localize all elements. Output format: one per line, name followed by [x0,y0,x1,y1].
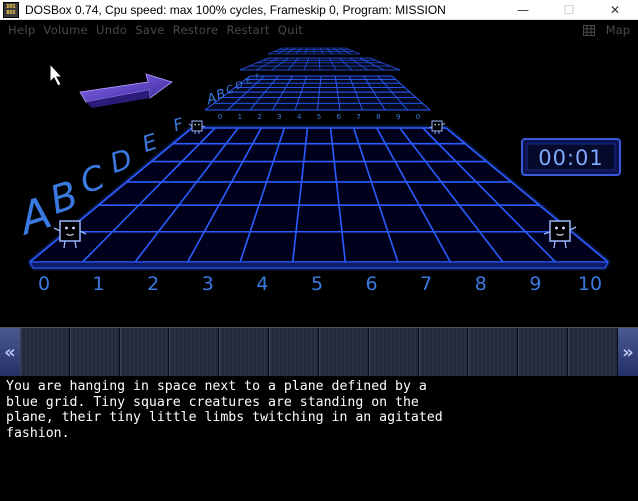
mid-column-label: 1 [238,113,242,121]
mouse-pointer-icon [49,62,64,87]
near-row-label: F [171,114,186,135]
inventory-slot[interactable] [568,328,618,376]
inventory-slot[interactable] [269,328,319,376]
inventory-slot[interactable] [368,328,419,376]
inventory-slot[interactable] [219,328,270,376]
inventory-slots [20,328,618,376]
map-grid-icon[interactable] [583,25,595,36]
menu-help[interactable]: Help [8,23,35,37]
game-scene[interactable]: 0 1 2 3 4 5 6 7 8 9 0ABCD E F 0 1 2 3 4 5 6 7 8 9 10ABCD EF 00:… [0,40,638,325]
menu-undo[interactable]: Undo [96,23,127,37]
mid-column-label: 2 [257,113,261,121]
direction-arrow[interactable] [79,73,173,108]
app-icon-text-bottom: BOX [6,9,16,16]
near-column-label: 0 [38,273,50,295]
window-title-bar[interactable]: DOS BOX DOSBox 0.74, Cpu speed: max 100%… [0,0,638,20]
near-column-label: 3 [202,273,214,295]
mid-column-label: 3 [277,113,281,121]
grid-plane-far [239,57,401,71]
menu-map[interactable]: Map [606,23,630,37]
close-button[interactable]: ✕ [592,0,638,20]
inventory-bar: « » [0,327,638,376]
near-column-label: 9 [529,273,541,295]
inventory-scroll-left[interactable]: « [0,328,20,376]
mid-column-label: 0 [218,113,222,121]
menu-restore[interactable]: Restore [173,23,219,37]
mid-column-label: 4 [297,113,302,121]
mid-column-label: 6 [337,113,342,121]
inventory-slot[interactable] [119,328,170,376]
menu-volume[interactable]: Volume [43,23,88,37]
inventory-slot[interactable] [318,328,369,376]
near-column-label: 2 [147,273,159,295]
window-title: DOSBox 0.74, Cpu speed: max 100% cycles,… [25,2,446,17]
game-menu-bar: Help Volume Undo Save Restore Restart Qu… [0,20,638,40]
grid-plane-farthest [267,47,361,55]
inventory-slot[interactable] [468,328,519,376]
mid-column-label: 7 [356,113,360,121]
narration-text: You are hanging in space next to a plane… [6,379,443,441]
inventory-slot[interactable] [418,328,469,376]
inventory-slot[interactable] [69,328,120,376]
maximize-button[interactable]: ☐ [546,0,592,20]
near-column-label: 5 [311,273,323,295]
near-column-label: 7 [420,273,432,295]
inventory-slot[interactable] [20,328,70,376]
near-column-label: 1 [93,273,105,295]
near-column-label: 10 [578,273,602,295]
near-row-label: E [140,130,161,158]
mid-column-label: 0 [416,113,420,121]
inventory-slot[interactable] [518,328,569,376]
near-row-label: D [106,143,136,180]
near-row-label: C [75,157,109,201]
near-column-label: 4 [256,273,268,295]
menu-save[interactable]: Save [135,23,164,37]
menu-quit[interactable]: Quit [278,23,303,37]
timer-text: 00:01 [538,146,604,170]
minimize-button[interactable]: — [500,0,546,20]
mid-column-label: 8 [376,113,380,121]
near-column-label: 8 [475,273,487,295]
timer-display: 00:01 [521,138,621,176]
inventory-slot[interactable] [169,328,220,376]
inventory-scroll-right[interactable]: » [618,328,638,376]
mid-column-label: 5 [317,113,321,121]
dosbox-app-icon[interactable]: DOS BOX [3,1,19,18]
menu-restart[interactable]: Restart [226,23,269,37]
near-column-label: 6 [366,273,378,295]
mid-column-label: 9 [396,113,400,121]
